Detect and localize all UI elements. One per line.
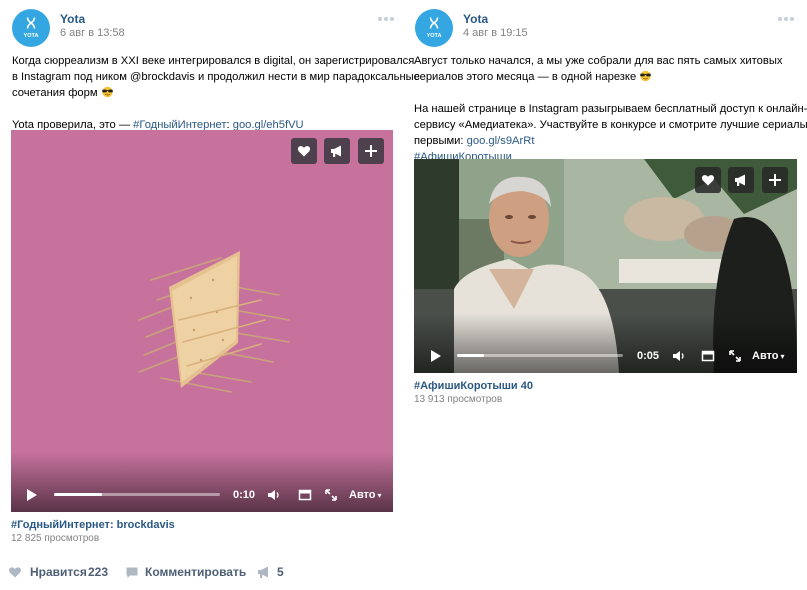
text-line: Когда сюрреализм в XXI веке интегрировал… — [12, 55, 415, 67]
share-video-button[interactable] — [728, 167, 754, 193]
post-text: Август только начался, а мы уже собрали … — [414, 53, 807, 165]
post-text: Когда сюрреализм в XXI веке интегрировал… — [12, 53, 420, 133]
plus-icon — [769, 174, 781, 186]
text-line: сервису «Амедиатека». Участвуйте в конку… — [414, 119, 807, 131]
text-line: сочетания форм — [12, 85, 398, 101]
svg-text:YOTA: YOTA — [24, 33, 39, 39]
comment-button[interactable]: Комментировать — [125, 562, 247, 582]
video-controls: 0:05 Авто ▾ — [414, 313, 797, 373]
like-button[interactable]: Нравится 223 — [8, 562, 113, 582]
fullscreen-icon[interactable] — [324, 488, 338, 502]
like-label: Нравится — [30, 565, 87, 579]
view-count: 12 825 просмотров — [11, 533, 100, 544]
text-line: в Instagram под ником @brockdavis и прод… — [12, 71, 420, 83]
post-header: YOTA Yota 6 авг в 13:58 — [0, 0, 400, 52]
play-icon[interactable] — [429, 349, 443, 363]
picture-in-picture-icon[interactable] — [701, 349, 715, 363]
share-video-button[interactable] — [324, 138, 350, 164]
megaphone-icon — [331, 145, 341, 157]
video-time: 0:10 — [233, 489, 256, 501]
author-name[interactable]: Yota — [60, 12, 85, 26]
heart-icon — [297, 146, 311, 157]
video-caption[interactable]: #АфишиКоротыши 40 — [414, 380, 533, 392]
video-player-right[interactable]: 0:05 Авто ▾ — [414, 159, 797, 373]
yota-logo-icon: YOTA — [24, 17, 39, 39]
author-avatar[interactable]: YOTA — [415, 9, 453, 47]
post-brockdavis: YOTA Yota 6 авг в 13:58 Когда сюрреализм… — [0, 0, 420, 131]
post-date[interactable]: 4 авг в 19:15 — [463, 27, 528, 39]
volume-icon[interactable] — [267, 488, 281, 502]
post-actions: Нравится 223 Комментировать 5 — [8, 562, 308, 582]
text-line: На нашей странице в Instagram разыгрывае… — [414, 103, 807, 115]
more-dots-icon[interactable] — [778, 17, 794, 21]
quality-selector[interactable]: Авто ▾ — [349, 489, 382, 501]
plus-icon — [365, 145, 377, 157]
text-line: Август только начался, а мы уже собрали … — [414, 55, 783, 67]
view-count: 13 913 просмотров — [414, 394, 503, 405]
post-afisha: YOTA Yota 4 авг в 19:15 Август только на… — [403, 0, 807, 163]
share-count: 5 — [277, 565, 284, 579]
megaphone-icon — [258, 566, 268, 578]
video-caption[interactable]: #ГодныйИнтернет: brockdavis — [11, 519, 175, 531]
like-count: 223 — [88, 565, 109, 579]
play-icon[interactable] — [25, 488, 39, 502]
sunglasses-emoji-icon — [639, 70, 652, 82]
sunglasses-emoji-icon — [101, 86, 114, 98]
comment-icon — [126, 567, 138, 578]
fullscreen-icon[interactable] — [728, 349, 742, 363]
post-header: YOTA Yota 4 авг в 19:15 — [403, 0, 807, 52]
megaphone-icon — [735, 174, 745, 186]
video-player-left[interactable]: 0:10 Авто ▾ — [11, 130, 393, 512]
text-line: первыми: goo.gl/s9ArRt — [414, 135, 535, 147]
heart-icon — [9, 567, 21, 578]
add-video-button[interactable] — [358, 138, 384, 164]
seek-bar[interactable] — [457, 354, 623, 357]
post-date[interactable]: 6 авг в 13:58 — [60, 27, 125, 39]
text-line: сериалов этого месяца — в одной нарезке — [414, 69, 804, 85]
video-time: 0:05 — [637, 350, 660, 362]
add-video-button[interactable] — [762, 167, 788, 193]
heart-icon — [701, 175, 715, 186]
author-name[interactable]: Yota — [463, 12, 488, 26]
svg-text:YOTA: YOTA — [427, 33, 442, 39]
share-button[interactable]: 5 — [257, 562, 297, 582]
author-avatar[interactable]: YOTA — [12, 9, 50, 47]
like-video-button[interactable] — [695, 167, 721, 193]
picture-in-picture-icon[interactable] — [298, 488, 312, 502]
more-dots-icon[interactable] — [378, 17, 394, 21]
video-controls: 0:10 Авто ▾ — [11, 452, 393, 512]
volume-icon[interactable] — [672, 349, 686, 363]
like-video-button[interactable] — [291, 138, 317, 164]
quality-selector[interactable]: Авто ▾ — [752, 350, 785, 362]
seek-bar[interactable] — [54, 493, 220, 496]
yota-logo-icon: YOTA — [427, 17, 442, 39]
comment-label: Комментировать — [145, 565, 247, 579]
short-link[interactable]: goo.gl/s9ArRt — [467, 135, 535, 147]
